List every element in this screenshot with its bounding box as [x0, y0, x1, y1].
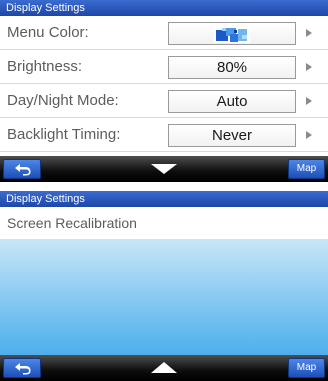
screen-recalibration-label: Screen Recalibration	[7, 215, 137, 231]
brightness-value[interactable]: 80%	[168, 56, 296, 79]
right-arrow-icon[interactable]	[306, 63, 312, 71]
menu-color-label: Menu Color:	[7, 24, 89, 41]
day-night-mode-value[interactable]: Auto	[168, 90, 296, 113]
backlight-timing-row[interactable]: Backlight Timing: Never	[0, 118, 328, 152]
display-settings-screen-1: Display Settings Menu Color: Brightness:…	[0, 0, 328, 190]
backlight-timing-label: Backlight Timing:	[7, 126, 121, 143]
right-arrow-icon[interactable]	[306, 131, 312, 139]
back-arrow-icon	[15, 363, 31, 375]
back-arrow-icon	[15, 164, 31, 176]
bottom-nav-bar: Map	[0, 156, 328, 182]
back-button[interactable]	[3, 159, 41, 179]
day-night-mode-row[interactable]: Day/Night Mode: Auto	[0, 84, 328, 118]
bottom-nav-bar: Map	[0, 355, 328, 381]
map-button[interactable]: Map	[288, 159, 325, 179]
day-night-mode-label: Day/Night Mode:	[7, 92, 119, 109]
scroll-down-arrow-icon[interactable]	[151, 164, 177, 174]
display-settings-screen-2: Display Settings Screen Recalibration Ma…	[0, 191, 328, 381]
backlight-timing-value[interactable]: Never	[168, 124, 296, 147]
right-arrow-icon[interactable]	[306, 97, 312, 105]
brightness-row[interactable]: Brightness: 80%	[0, 50, 328, 84]
map-button[interactable]: Map	[288, 358, 325, 378]
menu-color-value[interactable]	[168, 22, 296, 45]
brightness-label: Brightness:	[7, 58, 83, 75]
color-swatch-icon	[214, 27, 250, 44]
back-button[interactable]	[3, 358, 41, 378]
screen-recalibration-item[interactable]: Screen Recalibration	[0, 207, 328, 239]
right-arrow-icon[interactable]	[306, 29, 312, 37]
scroll-up-arrow-icon[interactable]	[151, 362, 177, 373]
page-title: Display Settings	[0, 0, 328, 16]
menu-color-row[interactable]: Menu Color:	[0, 16, 328, 50]
page-title: Display Settings	[0, 191, 328, 207]
